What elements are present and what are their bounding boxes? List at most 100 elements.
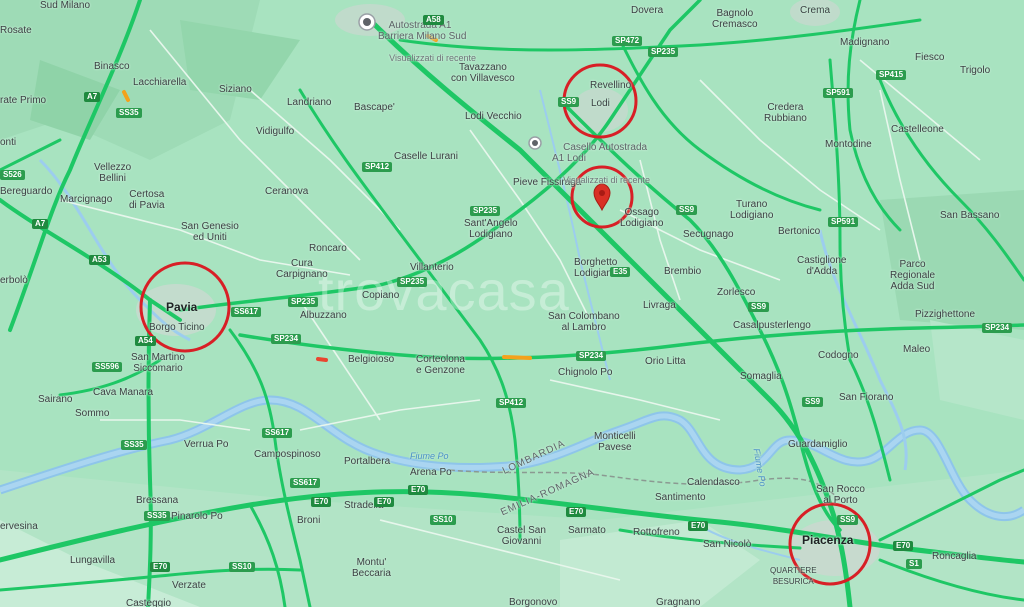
city-label-borgonovo[interactable]: Borgonovo [509, 597, 557, 607]
city-label-montodine[interactable]: Montodine [825, 139, 872, 150]
city-label-pinarolo[interactable]: Pinarolo Po [171, 511, 223, 522]
city-label-somaglia[interactable]: Somaglia [740, 371, 782, 382]
city-label-sannicolo[interactable]: San Nicolò [703, 539, 751, 550]
city-label-lungavilla[interactable]: Lungavilla [70, 555, 115, 566]
city-label-sairano[interactable]: Sairano [38, 394, 72, 405]
city-label-sanmartino[interactable]: San Martino Siccomario [131, 352, 185, 374]
city-label-vidigulfo[interactable]: Vidigulfo [256, 126, 294, 137]
road-shield: SP235 [470, 206, 501, 216]
city-label-binasco[interactable]: Binasco [94, 61, 130, 72]
poi-subtitle: Visualizzati di recente [389, 53, 477, 63]
city-label-lodivecchio[interactable]: Lodi Vecchio [465, 111, 522, 122]
city-label-rosate[interactable]: Rosate [0, 25, 32, 36]
city-label-calendasco[interactable]: Calendasco [687, 477, 740, 488]
road-shield: SS9 [558, 97, 580, 107]
city-label-campospinoso[interactable]: Campospinoso [254, 449, 321, 460]
city-label-cavamanara[interactable]: Cava Manara [93, 387, 153, 398]
poi-subtitle: Visualizzati di recente [563, 175, 651, 185]
city-label-monticelli[interactable]: Monticelli Pavese [594, 431, 636, 453]
city-label-roncaglia[interactable]: Roncaglia [932, 551, 976, 562]
city-label-castelsangiovanni[interactable]: Castel San Giovanni [497, 525, 546, 547]
city-label-roncaro[interactable]: Roncaro [309, 243, 347, 254]
road-shield: E35 [610, 267, 631, 277]
city-label-trigolo[interactable]: Trigolo [960, 65, 990, 76]
city-label-landriano[interactable]: Landriano [287, 97, 331, 108]
city-label-lodi[interactable]: Lodi [591, 98, 610, 109]
city-label-castiglione[interactable]: Castiglione d'Adda [797, 255, 846, 277]
city-label-verrua[interactable]: Verrua Po [184, 439, 228, 450]
city-label-erbolo[interactable]: erbolò [0, 275, 28, 286]
city-label-milano[interactable]: Sud Milano [40, 0, 90, 11]
city-label-codogno[interactable]: Codogno [818, 350, 859, 361]
city-label-zorlesco[interactable]: Zorlesco [717, 287, 755, 298]
city-label-portalbera[interactable]: Portalbera [344, 456, 390, 467]
city-label-onti[interactable]: onti [0, 137, 16, 148]
city-label-cura[interactable]: Cura Carpignano [276, 258, 328, 280]
city-label-revellino[interactable]: Revellino [590, 80, 631, 91]
city-label-borgoticino[interactable]: Borgo Ticino [149, 322, 205, 333]
city-label-credera[interactable]: Credera Rubbiano [764, 102, 807, 124]
city-label-ceranova[interactable]: Ceranova [265, 186, 308, 197]
city-label-certosa[interactable]: Certosa di Pavia [129, 189, 165, 211]
city-label-orio[interactable]: Orio Litta [645, 356, 686, 367]
city-label-crema[interactable]: Crema [800, 5, 830, 16]
city-label-sancolombano[interactable]: San Colombano al Lambro [548, 311, 620, 333]
city-label-villanterio[interactable]: Villanterio [410, 262, 454, 273]
city-label-sanfiorano[interactable]: San Fiorano [839, 392, 893, 403]
city-label-fiesco[interactable]: Fiesco [915, 52, 944, 63]
city-label-verzate[interactable]: Verzate [172, 580, 206, 591]
city-label-turano[interactable]: Turano Lodigiano [730, 199, 773, 221]
city-label-ossago[interactable]: Ossago Lodigiano [620, 207, 663, 229]
city-label-piacenza[interactable]: Piacenza [802, 534, 853, 546]
city-label-madignano[interactable]: Madignano [840, 37, 889, 48]
city-label-bagnolo[interactable]: Bagnolo Cremasco [712, 8, 758, 30]
road-shield: SS10 [430, 515, 456, 525]
city-label-sarmato[interactable]: Sarmato [568, 525, 606, 536]
city-label-caselle[interactable]: Caselle Lurani [394, 151, 458, 162]
city-label-sangenesio[interactable]: San Genesio ed Uniti [181, 221, 239, 243]
road-shield: E70 [311, 497, 332, 507]
map-canvas[interactable]: trovacasa Sud Milano Rosate Binasco Lacc… [0, 0, 1024, 607]
city-label-pavia[interactable]: Pavia [166, 301, 197, 313]
city-label-casteggio[interactable]: Casteggio [126, 598, 171, 607]
city-label-castelleone[interactable]: Castelleone [891, 124, 944, 135]
city-label-broni[interactable]: Broni [297, 515, 320, 526]
city-label-sanrocco[interactable]: San Rocco al Porto [816, 484, 865, 506]
city-label-belgioioso[interactable]: Belgioioso [348, 354, 394, 365]
city-label-brembio[interactable]: Brembio [664, 266, 701, 277]
road-shield: SS9 [837, 515, 859, 525]
river-label-po: Fiume Po [410, 451, 449, 461]
city-label-rottofreno[interactable]: Rottofreno [633, 527, 680, 538]
poi-label-casello[interactable]: Casello Autostrada A1 Lodi Visualizzati … [552, 131, 650, 197]
city-label-bascape[interactable]: Bascape' [354, 102, 395, 113]
city-label-quartiere[interactable]: QUARTIERE BESURICA [770, 565, 817, 587]
city-label-parco[interactable]: Parco Regionale Adda Sud [890, 259, 935, 292]
city-label-livraga[interactable]: Livraga [643, 300, 676, 311]
city-label-siziano[interactable]: Siziano [219, 84, 252, 95]
city-label-copiano[interactable]: Copiano [362, 290, 399, 301]
city-label-arenapo[interactable]: Arena Po [410, 467, 452, 478]
city-label-rateprimo[interactable]: rate Primo [0, 95, 46, 106]
city-label-casalpusterlengo[interactable]: Casalpusterlengo [733, 320, 811, 331]
city-label-vellezzo[interactable]: Vellezzo Bellini [94, 162, 131, 184]
city-label-gragnano[interactable]: Gragnano [656, 597, 700, 607]
city-label-ervesina[interactable]: ervesina [0, 521, 38, 532]
city-label-bertonico[interactable]: Bertonico [778, 226, 820, 237]
city-label-sommo[interactable]: Sommo [75, 408, 109, 419]
city-label-bereguardo[interactable]: Bereguardo [0, 186, 52, 197]
city-label-pizzighettone[interactable]: Pizzighettone [915, 309, 975, 320]
city-label-corteolona[interactable]: Corteolona e Genzone [416, 354, 465, 376]
city-label-lacchiarella[interactable]: Lacchiarella [133, 77, 186, 88]
city-label-bressana[interactable]: Bressana [136, 495, 178, 506]
city-label-dovera[interactable]: Dovera [631, 5, 663, 16]
city-label-secugnago[interactable]: Secugnago [683, 229, 734, 240]
city-label-guardamiglio[interactable]: Guardamiglio [788, 439, 847, 450]
city-label-santangelo[interactable]: Sant'Angelo Lodigiano [464, 218, 518, 240]
city-label-maleo[interactable]: Maleo [903, 344, 930, 355]
city-label-sanbassano[interactable]: San Bassano [940, 210, 1000, 221]
city-label-santimento[interactable]: Santimento [655, 492, 706, 503]
city-label-montu[interactable]: Montu' Beccaria [352, 557, 391, 579]
city-label-marcignago[interactable]: Marcignago [60, 194, 112, 205]
city-label-albuzzano[interactable]: Albuzzano [300, 310, 347, 321]
city-label-chignolo[interactable]: Chignolo Po [558, 367, 612, 378]
